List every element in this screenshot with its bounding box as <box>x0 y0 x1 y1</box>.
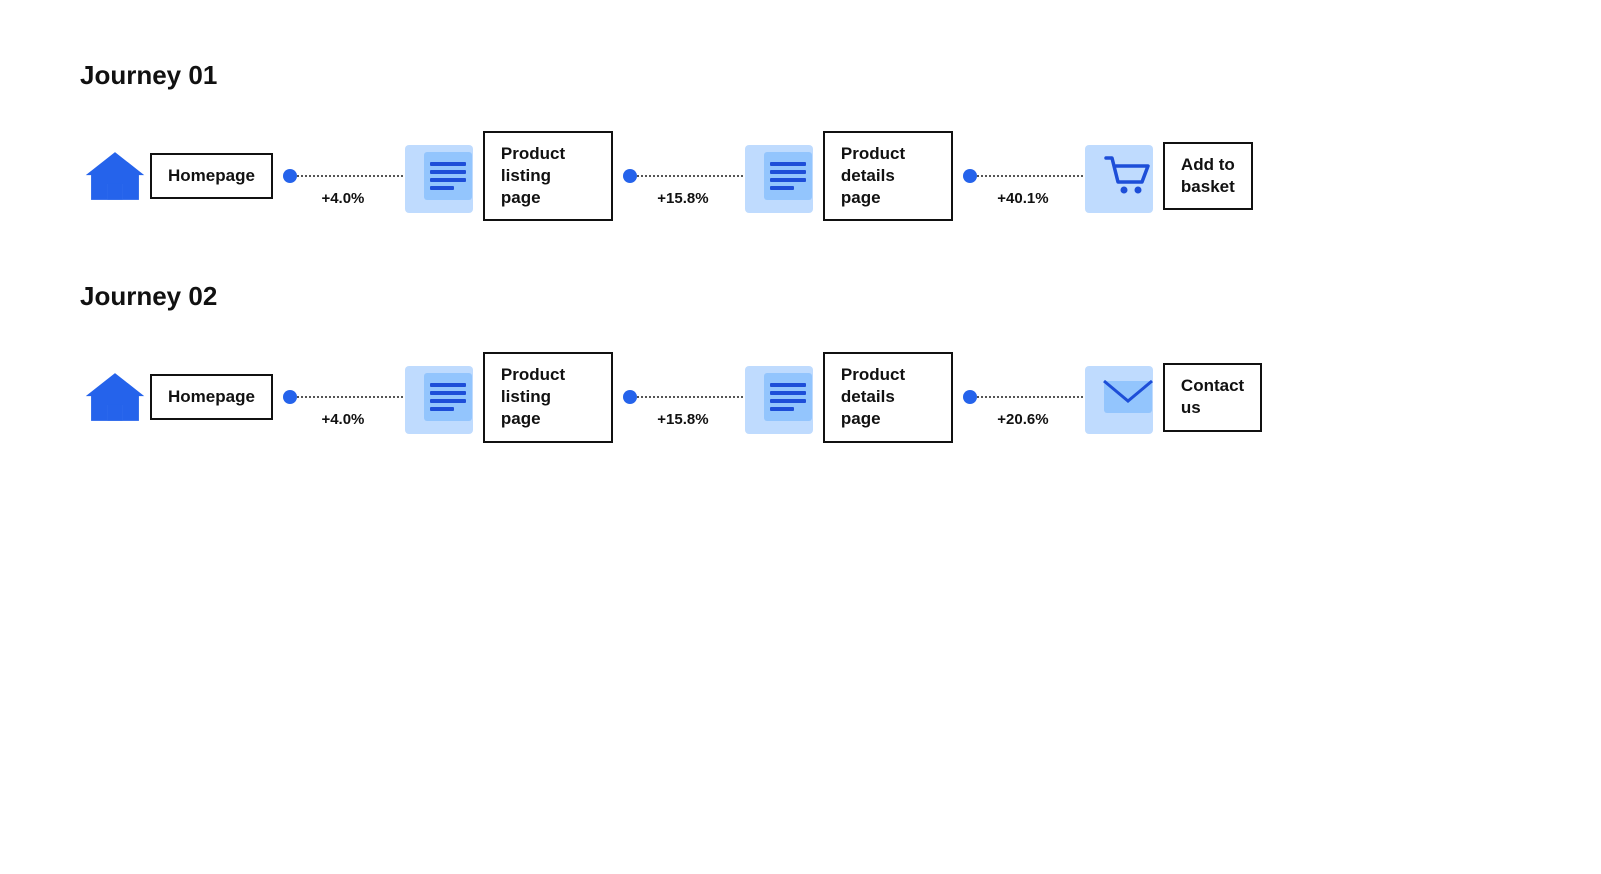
step-contact-j2: Contactus <box>1093 362 1262 432</box>
step-details-j1: Productdetails page <box>753 131 953 221</box>
connector-2-j1: +15.8% <box>623 169 743 183</box>
journey-02-flow: Homepage +4.0% <box>80 352 1521 442</box>
envelope-icon-j2 <box>1093 362 1163 432</box>
connector-dotted-j1-1 <box>297 175 403 177</box>
step-label-contact-j2: Contactus <box>1163 363 1262 431</box>
connector-pct-j1-2: +15.8% <box>657 190 708 207</box>
step-label-listing-j2: Productlisting page <box>483 352 613 442</box>
journey-02-title: Journey 02 <box>80 281 1521 312</box>
step-listing-j2: Productlisting page <box>413 352 613 442</box>
connector-dot-j2-3 <box>963 390 977 404</box>
page-container: Journey 01 Homepage +4.0% <box>0 0 1601 563</box>
step-basket-j1: Add tobasket <box>1093 141 1253 211</box>
connector-2-j2: +15.8% <box>623 390 743 404</box>
home-icon-j1 <box>80 141 150 211</box>
step-label-details-j2: Productdetails page <box>823 352 953 442</box>
connector-dot-j2-1 <box>283 390 297 404</box>
connector-dotted-j1-2 <box>637 175 743 177</box>
journey-02-section: Journey 02 Homepage +4.0% <box>80 281 1521 442</box>
connector-pct-j1-3: +40.1% <box>997 190 1048 207</box>
step-label-details-j1: Productdetails page <box>823 131 953 221</box>
connector-dot-j1-2 <box>623 169 637 183</box>
journey-01-title: Journey 01 <box>80 60 1521 91</box>
journey-01-section: Journey 01 Homepage +4.0% <box>80 60 1521 221</box>
step-label-listing-j1: Productlisting page <box>483 131 613 221</box>
step-details-j2: Productdetails page <box>753 352 953 442</box>
step-label-basket-j1: Add tobasket <box>1163 142 1253 210</box>
step-homepage-j1: Homepage <box>80 141 273 211</box>
step-label-homepage-j2: Homepage <box>150 374 273 420</box>
connector-dot-j1-1 <box>283 169 297 183</box>
connector-1-j1: +4.0% <box>283 169 403 183</box>
step-label-homepage-j1: Homepage <box>150 153 273 199</box>
connector-dot-j2-2 <box>623 390 637 404</box>
connector-pct-j2-2: +15.8% <box>657 411 708 428</box>
connector-dot-j1-3 <box>963 169 977 183</box>
page-icon-details-j1 <box>753 141 823 211</box>
connector-3-j2: +20.6% <box>963 390 1083 404</box>
connector-3-j1: +40.1% <box>963 169 1083 183</box>
connector-pct-j2-3: +20.6% <box>997 411 1048 428</box>
connector-dotted-j1-3 <box>977 175 1083 177</box>
connector-1-j2: +4.0% <box>283 390 403 404</box>
step-listing-j1: Productlisting page <box>413 131 613 221</box>
step-homepage-j2: Homepage <box>80 362 273 432</box>
page-icon-listing-j2 <box>413 362 483 432</box>
page-icon-details-j2 <box>753 362 823 432</box>
connector-pct-j1-1: +4.0% <box>321 190 364 207</box>
connector-dotted-j2-1 <box>297 396 403 398</box>
connector-dotted-j2-2 <box>637 396 743 398</box>
page-icon-listing-j1 <box>413 141 483 211</box>
home-icon-j2 <box>80 362 150 432</box>
journey-01-flow: Homepage +4.0% <box>80 131 1521 221</box>
cart-icon-j1 <box>1093 141 1163 211</box>
connector-pct-j2-1: +4.0% <box>321 411 364 428</box>
connector-dotted-j2-3 <box>977 396 1083 398</box>
